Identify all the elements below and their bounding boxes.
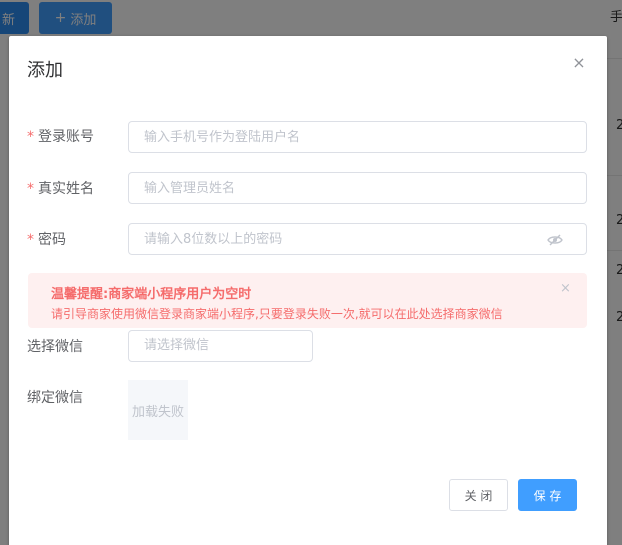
required-mark: * (27, 232, 34, 248)
wechat-select[interactable]: 请选择微信 (128, 330, 313, 362)
realname-label-text: 真实姓名 (38, 181, 94, 197)
close-button-label: 关 闭 (464, 488, 493, 503)
alert-description: 请引导商家使用微信登录商家端小程序,只要登录失败一次,就可以在此处选择商家微信 (51, 307, 503, 321)
realname-input[interactable] (128, 172, 587, 204)
account-input[interactable] (128, 121, 587, 153)
select-wechat-label: 选择微信 (27, 339, 83, 355)
bind-wechat-label: 绑定微信 (27, 390, 83, 406)
password-input[interactable] (128, 223, 587, 255)
save-button[interactable]: 保 存 (518, 479, 577, 511)
add-dialog: 添加 × *登录账号 *真实姓名 *密码 温馨提醒:商家端小程序用户为空时 请引… (9, 36, 607, 545)
password-label-text: 密码 (38, 232, 66, 248)
dialog-title: 添加 (27, 60, 63, 81)
eye-off-icon[interactable] (547, 233, 563, 247)
close-icon[interactable]: × (571, 55, 587, 71)
realname-label: * 真实姓名 (27, 178, 94, 198)
image-load-failed-text: 加载失败 (131, 404, 184, 420)
wechat-avatar-image: 加载失败 (128, 380, 188, 440)
alert-title: 温馨提醒:商家端小程序用户为空时 (51, 287, 252, 302)
close-button[interactable]: 关 闭 (449, 479, 508, 511)
required-mark: * (27, 181, 34, 197)
account-label: * 登录账号 (27, 126, 94, 146)
password-label: * 密码 (27, 229, 66, 249)
required-mark: * (27, 129, 34, 145)
save-button-label: 保 存 (533, 488, 562, 503)
warning-alert: 温馨提醒:商家端小程序用户为空时 请引导商家使用微信登录商家端小程序,只要登录失… (28, 273, 587, 328)
alert-close-icon[interactable]: × (560, 281, 571, 296)
account-label-text: 登录账号 (38, 129, 94, 145)
